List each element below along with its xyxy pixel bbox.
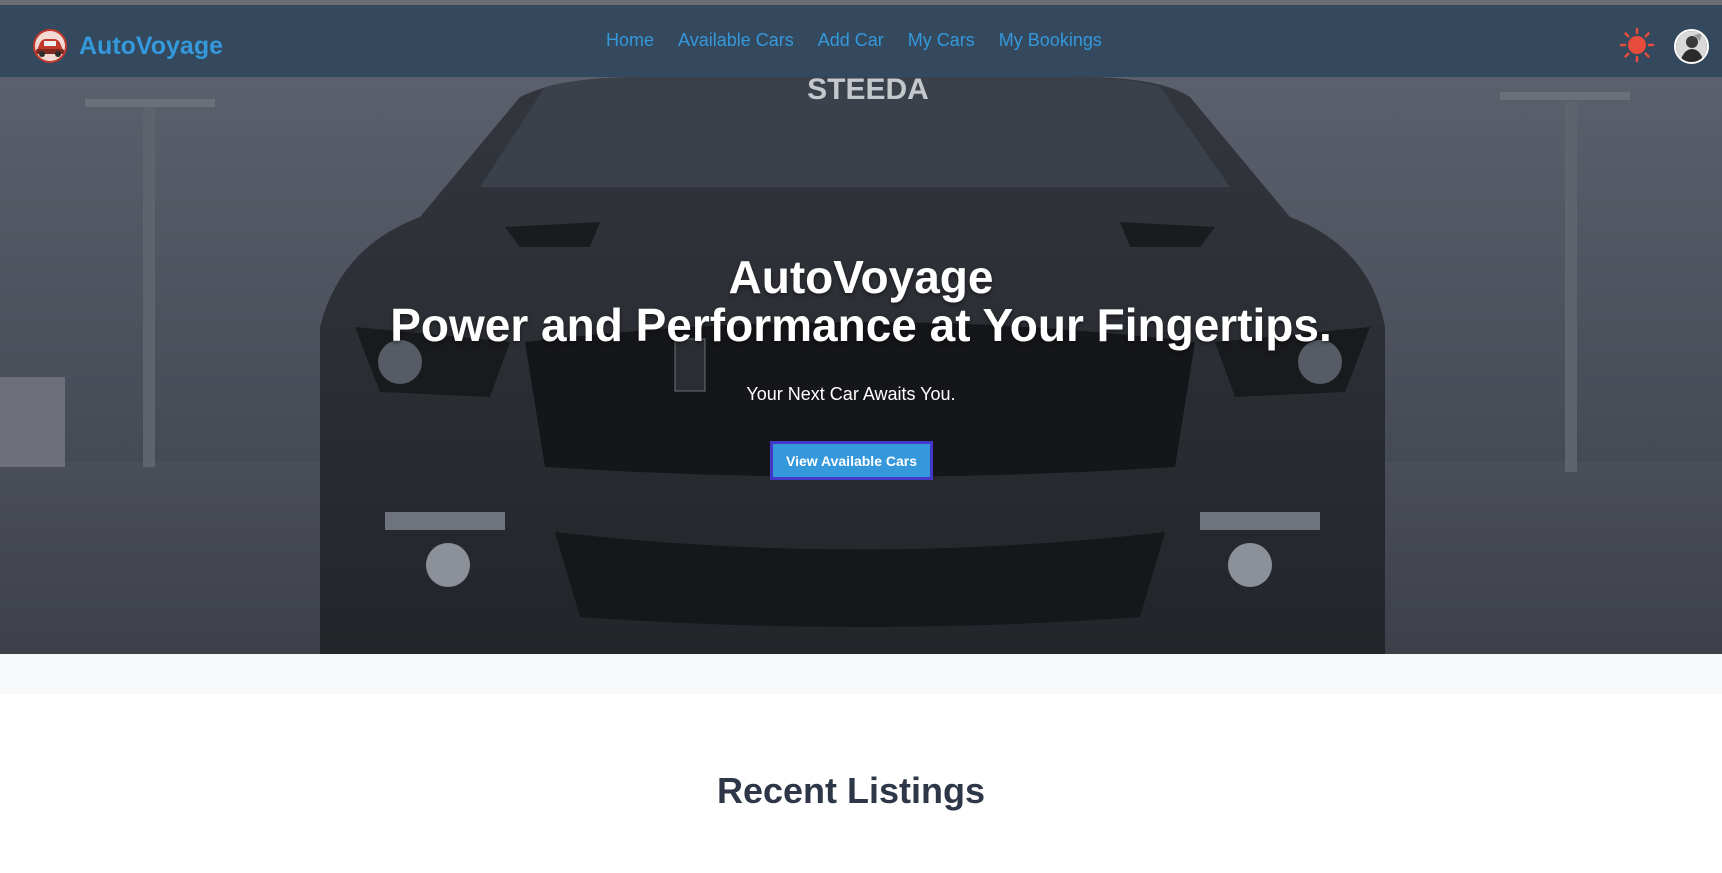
hero-tagline: Your Next Car Awaits You.	[746, 384, 956, 404]
view-available-cars-button[interactable]: View Available Cars	[770, 441, 933, 480]
sun-icon	[1619, 27, 1655, 63]
nav-available-cars[interactable]: Available Cars	[678, 30, 794, 51]
theme-toggle-button[interactable]	[1619, 27, 1655, 63]
nav-my-bookings[interactable]: My Bookings	[999, 30, 1102, 51]
brand[interactable]: AutoVoyage	[30, 25, 223, 67]
avatar-image	[1676, 31, 1707, 62]
brand-name: AutoVoyage	[79, 31, 223, 60]
recent-listings-heading: Recent Listings	[716, 770, 986, 811]
car-logo-icon	[33, 29, 67, 63]
nav-my-cars[interactable]: My Cars	[908, 30, 975, 51]
nav-add-car[interactable]: Add Car	[818, 30, 884, 51]
nav-home[interactable]: Home	[606, 30, 654, 51]
section-divider-band	[0, 654, 1722, 694]
main-nav: Home Available Cars Add Car My Cars My B…	[606, 30, 1102, 51]
user-avatar[interactable]	[1674, 29, 1709, 64]
navbar: AutoVoyage Home Available Cars Add Car M…	[0, 5, 1722, 77]
hero-section: STEEDA AutoVoyage Power and Performance …	[0, 77, 1722, 654]
hero-title: AutoVoyage	[728, 251, 994, 303]
hero-subtitle: Power and Performance at Your Fingertips…	[390, 299, 1332, 351]
hero-content: AutoVoyage Power and Performance at Your…	[0, 77, 1722, 654]
